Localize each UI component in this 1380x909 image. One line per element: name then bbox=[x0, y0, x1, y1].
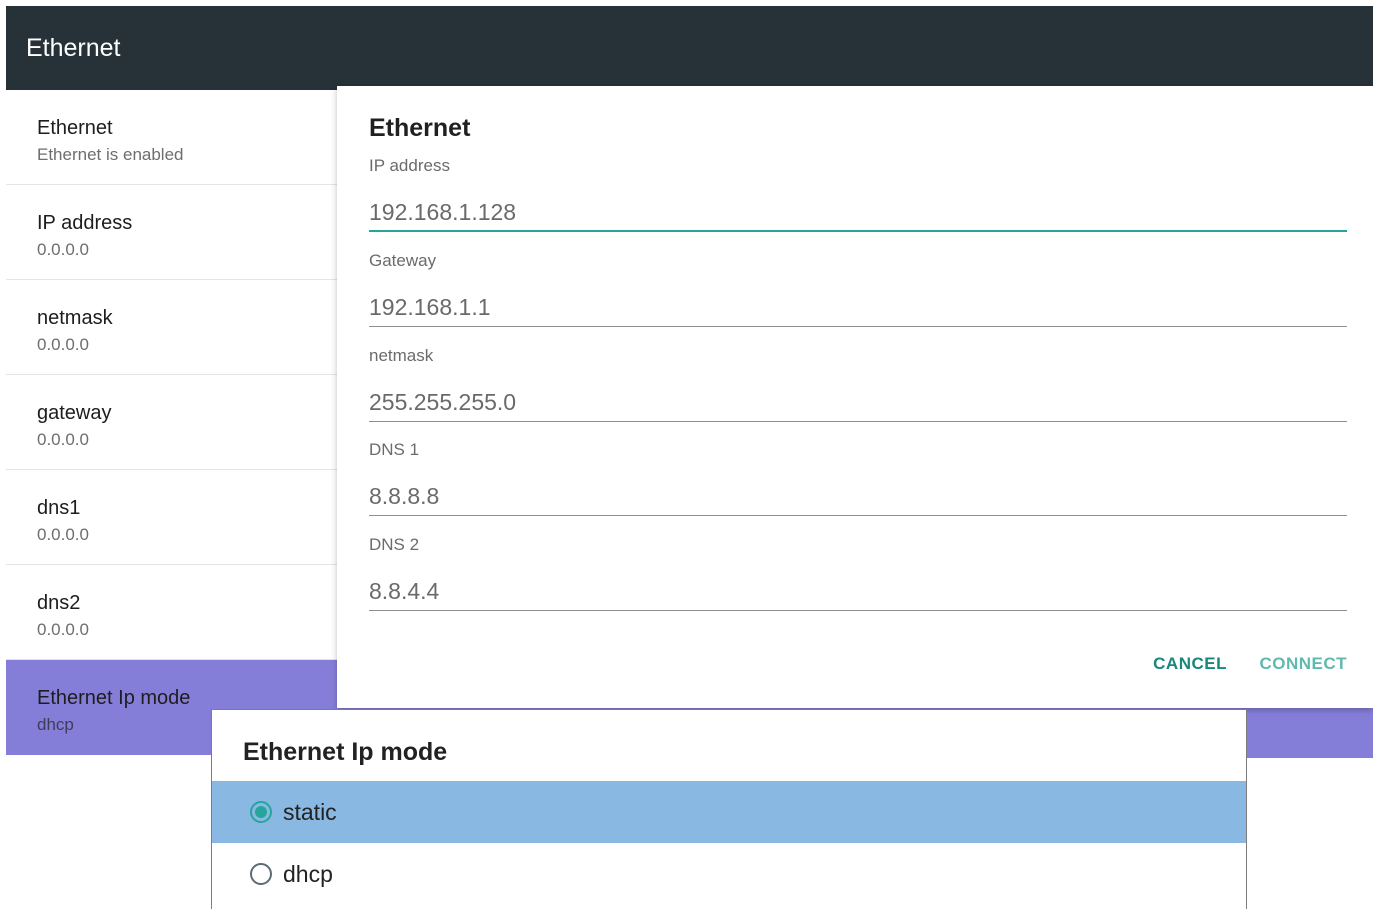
ip-address-input[interactable] bbox=[369, 198, 1347, 232]
popup-title: Ethernet Ip mode bbox=[243, 738, 448, 766]
sidebar-item-dns1[interactable]: dns1 0.0.0.0 bbox=[6, 470, 337, 565]
ip-mode-option-static[interactable]: static bbox=[212, 781, 1246, 843]
sidebar-item-title: dns1 bbox=[37, 497, 81, 519]
connect-button[interactable]: CONNECT bbox=[1259, 654, 1347, 674]
sidebar-item-ethernet[interactable]: Ethernet Ethernet is enabled bbox=[6, 90, 337, 185]
sidebar-item-subtitle: 0.0.0.0 bbox=[37, 335, 89, 354]
netmask-input[interactable] bbox=[369, 388, 1347, 422]
ip-address-label: IP address bbox=[369, 156, 450, 175]
dns2-input[interactable] bbox=[369, 577, 1347, 611]
radio-checked-icon[interactable] bbox=[250, 801, 272, 823]
option-label: static bbox=[283, 798, 337, 825]
gateway-field-group: Gateway bbox=[369, 251, 1347, 327]
dialog-actions: CANCEL CONNECT bbox=[1125, 654, 1347, 674]
cancel-button[interactable]: CANCEL bbox=[1153, 654, 1227, 674]
ip-mode-option-dhcp[interactable]: dhcp bbox=[212, 843, 1246, 905]
netmask-label: netmask bbox=[369, 346, 434, 365]
sidebar-item-subtitle: 0.0.0.0 bbox=[37, 430, 89, 449]
sidebar-item-title: Ethernet Ip mode bbox=[37, 687, 191, 709]
sidebar-item-gateway[interactable]: gateway 0.0.0.0 bbox=[6, 375, 337, 470]
settings-screen: Ethernet Ethernet Ethernet is enabled IP… bbox=[6, 6, 1373, 909]
ip-mode-popup: Ethernet Ip mode static dhcp bbox=[211, 709, 1247, 909]
sidebar-item-subtitle: 0.0.0.0 bbox=[37, 240, 89, 259]
ethernet-config-dialog: Ethernet IP address Gateway netmask DNS … bbox=[337, 86, 1373, 708]
radio-unchecked-icon[interactable] bbox=[250, 863, 272, 885]
sidebar: Ethernet Ethernet is enabled IP address … bbox=[6, 90, 337, 755]
app-bar-title: Ethernet bbox=[26, 34, 121, 62]
sidebar-item-dns2[interactable]: dns2 0.0.0.0 bbox=[6, 565, 337, 660]
sidebar-item-subtitle: Ethernet is enabled bbox=[37, 145, 184, 164]
dns1-label: DNS 1 bbox=[369, 440, 420, 459]
sidebar-item-title: Ethernet bbox=[37, 117, 113, 139]
option-label: dhcp bbox=[283, 860, 333, 887]
gateway-label: Gateway bbox=[369, 251, 437, 270]
dns2-label: DNS 2 bbox=[369, 535, 420, 554]
dns1-input[interactable] bbox=[369, 482, 1347, 516]
app-bar: Ethernet bbox=[6, 6, 1373, 90]
sidebar-item-title: dns2 bbox=[37, 592, 81, 614]
sidebar-item-subtitle: 0.0.0.0 bbox=[37, 620, 89, 639]
netmask-field-group: netmask bbox=[369, 346, 1347, 422]
sidebar-item-netmask[interactable]: netmask 0.0.0.0 bbox=[6, 280, 337, 375]
sidebar-item-title: gateway bbox=[37, 402, 112, 424]
ip-address-field-group: IP address bbox=[369, 156, 1347, 232]
gateway-input[interactable] bbox=[369, 293, 1347, 327]
sidebar-item-subtitle: 0.0.0.0 bbox=[37, 525, 89, 544]
sidebar-item-title: netmask bbox=[37, 307, 113, 329]
dialog-title: Ethernet bbox=[369, 114, 471, 142]
dns1-field-group: DNS 1 bbox=[369, 440, 1347, 516]
sidebar-item-title: IP address bbox=[37, 212, 133, 234]
dns2-field-group: DNS 2 bbox=[369, 535, 1347, 611]
sidebar-item-ip-address[interactable]: IP address 0.0.0.0 bbox=[6, 185, 337, 280]
